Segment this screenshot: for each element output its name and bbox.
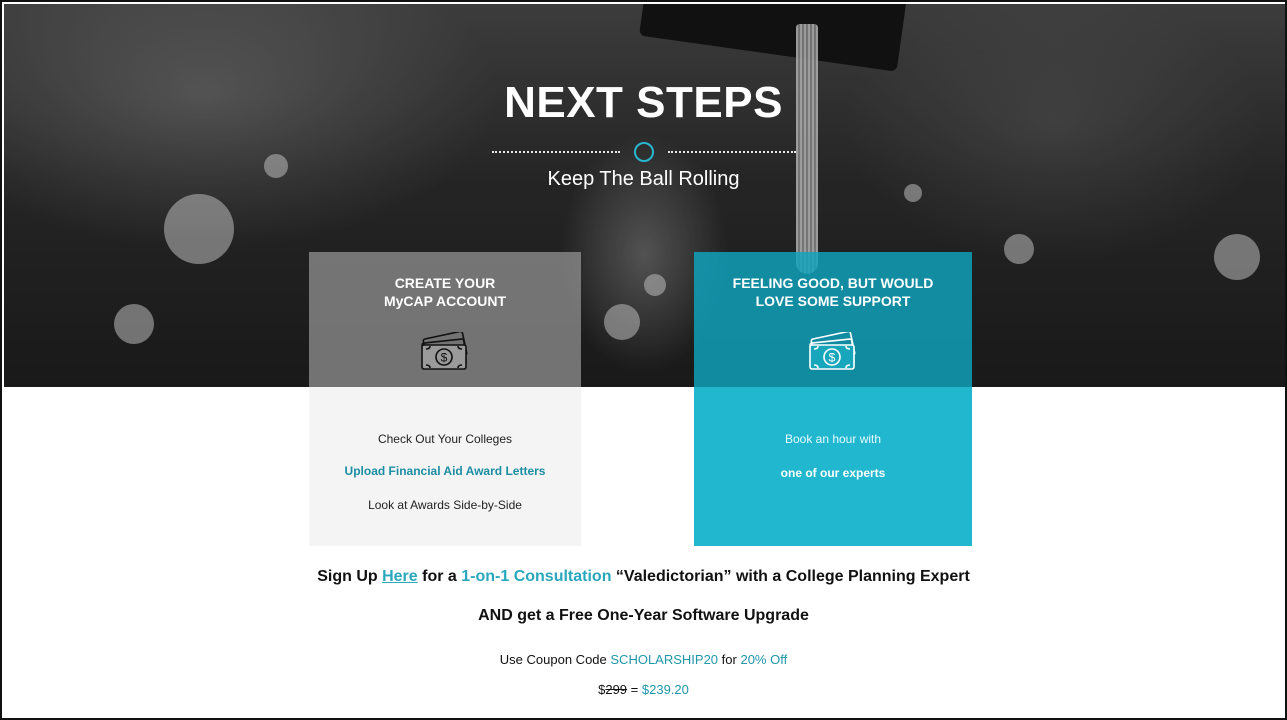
cta-text: for a xyxy=(422,568,457,585)
card-body: Book an hour with one of our experts xyxy=(694,387,972,546)
svg-text:$: $ xyxy=(829,351,836,365)
card-item[interactable]: Book an hour with xyxy=(694,432,972,446)
signup-link[interactable]: Here xyxy=(382,568,418,585)
card-heading: CREATE YOUR MyCAP ACCOUNT xyxy=(309,274,581,310)
card-body: Check Out Your Colleges Upload Financial… xyxy=(309,387,581,546)
money-bill-icon: $ xyxy=(421,332,468,370)
coupon-label: Use Coupon Code xyxy=(499,652,607,667)
coupon-code: SCHOLARSHIP20 xyxy=(610,652,719,667)
coupon-discount: 20% Off xyxy=(740,652,788,667)
svg-text:$: $ xyxy=(441,351,448,365)
coupon-text: for xyxy=(721,652,737,667)
coupon-line: Use Coupon Code SCHOLARSHIP20 for 20% Of… xyxy=(2,652,1285,667)
card-header: CREATE YOUR MyCAP ACCOUNT $ xyxy=(309,252,581,387)
cta-text: “Valedictorian” with a College Planning … xyxy=(615,568,970,585)
card-item[interactable]: one of our experts xyxy=(694,466,972,480)
card-create-account[interactable]: CREATE YOUR MyCAP ACCOUNT $ Check Out Yo… xyxy=(309,252,581,546)
card-item[interactable]: Check Out Your Colleges xyxy=(309,432,581,446)
card-heading-line: MyCAP ACCOUNT xyxy=(383,293,507,309)
title-divider xyxy=(492,142,796,162)
price-line: $299 = $239.20 xyxy=(2,682,1285,697)
card-item[interactable]: Look at Awards Side-by-Side xyxy=(309,498,581,512)
cta-highlight: 1-on-1 Consultation xyxy=(461,568,612,585)
card-header: FEELING GOOD, BUT WOULD LOVE SOME SUPPOR… xyxy=(694,252,972,387)
card-heading: FEELING GOOD, BUT WOULD LOVE SOME SUPPOR… xyxy=(694,274,972,310)
card-heading-line: CREATE YOUR xyxy=(394,275,496,291)
hero-photo xyxy=(4,4,1285,387)
cta-line: Sign Up Here for a 1-on-1 Consultation “… xyxy=(2,568,1285,586)
card-heading-line: FEELING GOOD, BUT WOULD xyxy=(732,275,934,291)
card-support[interactable]: FEELING GOOD, BUT WOULD LOVE SOME SUPPOR… xyxy=(694,252,972,546)
divider-line-right xyxy=(668,151,796,153)
cta-text: Sign Up xyxy=(317,568,378,585)
price-old: 299 xyxy=(605,682,628,697)
slide: NEXT STEPS Keep The Ball Rolling CREATE … xyxy=(0,0,1287,720)
price-new: $239.20 xyxy=(641,682,689,697)
cta-upgrade: AND get a Free One-Year Software Upgrade xyxy=(478,607,809,624)
page-subtitle: Keep The Ball Rolling xyxy=(547,168,740,190)
page-title: NEXT STEPS xyxy=(504,78,783,127)
card-item-link[interactable]: Upload Financial Aid Award Letters xyxy=(309,464,581,478)
circle-icon xyxy=(634,142,654,162)
money-bill-icon: $ xyxy=(809,332,856,370)
divider-line-left xyxy=(492,151,620,153)
price-equals: = xyxy=(630,682,639,697)
card-heading-line: LOVE SOME SUPPORT xyxy=(755,293,911,309)
hero-overlay xyxy=(4,4,1285,387)
